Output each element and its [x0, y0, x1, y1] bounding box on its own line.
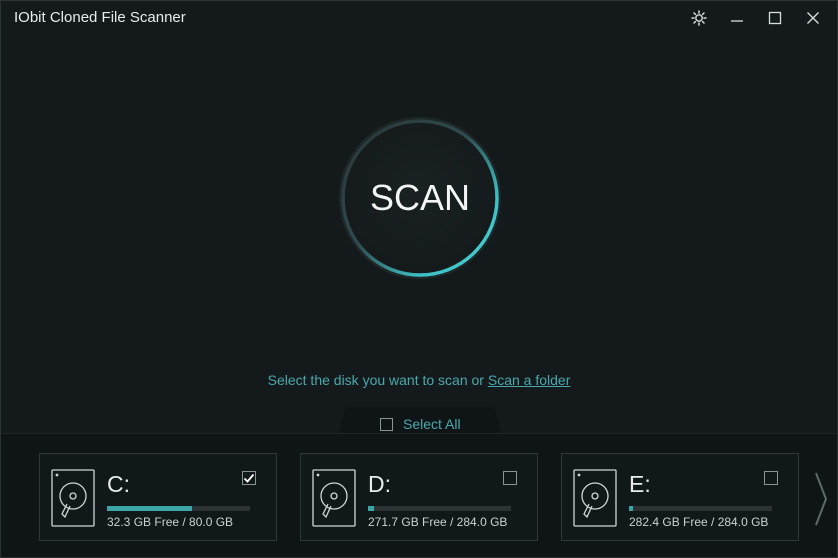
maximize-button[interactable] [762, 5, 788, 31]
scan-label: SCAN [369, 177, 471, 218]
drive-usage-bar [368, 506, 511, 511]
select-all-label: Select All [403, 416, 461, 432]
drive-card-d[interactable]: D: 271.7 GB Free / 284.0 GB [300, 453, 538, 541]
drive-letter: E: [629, 471, 651, 497]
drive-card-c[interactable]: C: 32.3 GB Free / 80.0 GB [39, 453, 277, 541]
drive-usage-fill [107, 506, 193, 511]
drive-card-e[interactable]: E: 282.4 GB Free / 284.0 GB [561, 453, 799, 541]
select-all-control[interactable]: Select All [380, 416, 461, 432]
scan-button[interactable]: SCAN [345, 123, 495, 273]
drive-space: 282.4 GB Free / 284.0 GB [629, 515, 769, 529]
minimize-button[interactable] [724, 5, 750, 31]
hard-disk-icon [51, 469, 95, 527]
drive-usage-bar [629, 506, 772, 511]
drive-space: 32.3 GB Free / 80.0 GB [107, 515, 234, 529]
drive-letter: D: [368, 471, 391, 497]
drive-checkbox[interactable] [764, 471, 778, 485]
hard-disk-icon [312, 469, 356, 527]
drive-checkbox[interactable] [242, 471, 256, 485]
drive-space: 271.7 GB Free / 284.0 GB [368, 515, 508, 529]
scan-hint: Select the disk you want to scan or Scan… [1, 372, 837, 388]
drive-usage-bar [107, 506, 250, 511]
title-bar: IObit Cloned File Scanner [1, 1, 837, 35]
scan-folder-link[interactable]: Scan a folder [488, 372, 571, 388]
close-button[interactable] [800, 5, 826, 31]
settings-gear-icon [691, 10, 707, 26]
drive-usage-fill [629, 506, 634, 511]
checkmark-icon [243, 473, 255, 483]
settings-button[interactable] [686, 5, 712, 31]
select-all-checkbox[interactable] [380, 417, 393, 431]
drive-usage-fill [368, 506, 375, 511]
drive-letter: C: [107, 471, 130, 497]
drive-checkbox[interactable] [503, 471, 517, 485]
hard-disk-icon [573, 469, 617, 527]
scan-hint-text: Select the disk you want to scan or [267, 372, 484, 388]
window-title: IObit Cloned File Scanner [14, 9, 186, 26]
app-window: IObit Cloned File Scanner SCAN Select th… [0, 0, 838, 558]
scan-button-area: SCAN [337, 110, 503, 286]
close-icon [807, 12, 819, 24]
maximize-icon [768, 11, 782, 25]
minimize-icon [731, 20, 743, 22]
next-drives-arrow-icon[interactable] [813, 469, 831, 529]
